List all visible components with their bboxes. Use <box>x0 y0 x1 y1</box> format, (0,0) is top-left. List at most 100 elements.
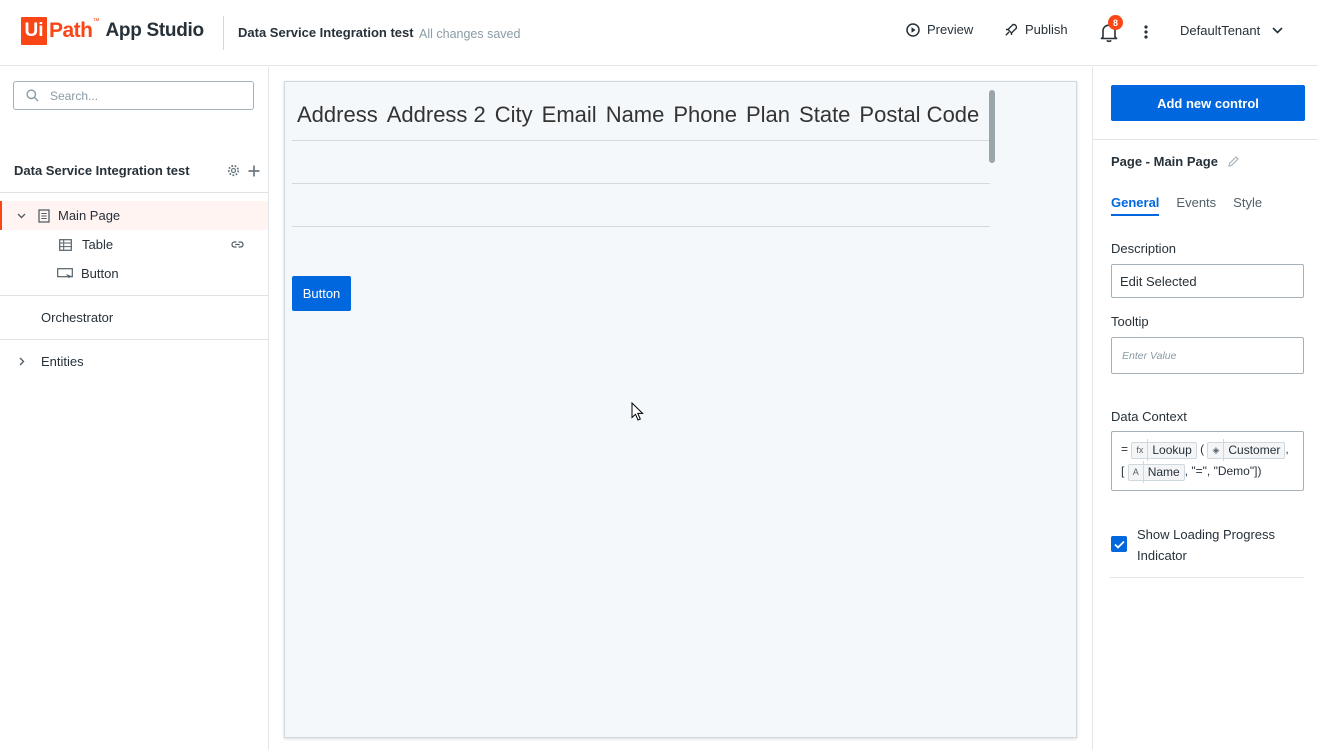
entity-chip-label: Customer <box>1228 443 1281 457</box>
search-box[interactable] <box>13 81 254 110</box>
customer-entity-chip[interactable]: ◈ Customer <box>1207 439 1286 461</box>
tree-title-actions <box>227 164 260 177</box>
tenant-name: DefaultTenant <box>1180 23 1261 38</box>
description-label: Description <box>1111 241 1177 256</box>
tree-item-button[interactable]: Button <box>0 259 268 288</box>
logo-trademark: ™ <box>92 18 100 25</box>
design-canvas-area: Address Address 2 City Email Name Phone … <box>270 67 1092 750</box>
table-column-header[interactable]: City <box>495 102 533 128</box>
tree-item-label: Orchestrator <box>41 310 114 325</box>
tree-item-label: Table <box>82 237 114 252</box>
lookup-function-chip[interactable]: fx Lookup <box>1131 439 1197 461</box>
expression-open-bracket: [ <box>1121 464 1125 478</box>
project-name: Data Service Integration test <box>238 25 414 40</box>
selected-page-title: Page - Main Page <box>1111 154 1239 169</box>
chevron-right-icon[interactable] <box>19 357 25 366</box>
notification-count-badge: 8 <box>1108 15 1123 30</box>
table-column-header[interactable]: State <box>799 102 850 128</box>
chevron-down-icon[interactable] <box>17 213 26 219</box>
tree-item-main-page[interactable]: Main Page <box>0 201 268 230</box>
field-chip-label: Name <box>1147 465 1180 479</box>
function-icon: fx <box>1136 439 1149 461</box>
uipath-logo[interactable]: Ui Path ™ App Studio <box>21 16 204 46</box>
tree-item-label: Button <box>81 266 119 281</box>
tooltip-label: Tooltip <box>1111 314 1149 329</box>
panel-divider <box>1093 139 1318 140</box>
search-input[interactable] <box>50 88 240 103</box>
header-divider <box>223 16 224 50</box>
table-column-header[interactable]: Plan <box>746 102 790 128</box>
expression-rest: , "=", "Demo"]) <box>1184 464 1262 478</box>
logo-ui-mark: Ui <box>21 17 47 45</box>
mouse-pointer-icon <box>631 402 644 421</box>
description-field[interactable]: Edit Selected <box>1111 264 1304 298</box>
tenant-selector[interactable]: DefaultTenant <box>1180 23 1283 38</box>
tree-item-label: Entities <box>41 354 84 369</box>
more-options-icon[interactable] <box>1138 22 1154 42</box>
page-icon <box>38 208 50 223</box>
name-field-chip[interactable]: A Name <box>1127 461 1185 483</box>
table-row-divider <box>292 140 990 141</box>
table-row-divider <box>292 183 990 184</box>
tree-divider <box>0 192 268 193</box>
show-loading-label: Show Loading Progress Indicator <box>1137 527 1276 563</box>
checkmark-icon <box>1113 540 1125 549</box>
table-header-row[interactable]: Address Address 2 City Email Name Phone … <box>297 102 979 128</box>
table-row-divider <box>292 226 990 227</box>
expression-comma: , <box>1285 442 1289 456</box>
search-icon <box>26 89 39 102</box>
canvas-button-control[interactable]: Button <box>292 276 351 311</box>
add-plus-icon[interactable] <box>248 165 260 177</box>
table-column-header[interactable]: Phone <box>673 102 737 128</box>
preview-label: Preview <box>927 22 974 37</box>
properties-panel: Add new control Page - Main Page General… <box>1092 67 1318 750</box>
data-context-label: Data Context <box>1111 409 1187 424</box>
preview-button[interactable]: Preview <box>906 22 973 37</box>
data-context-expression-field[interactable]: = fx Lookup ( ◈ Customer, [ A Name, "=", "D… <box>1111 431 1304 491</box>
tooltip-field[interactable]: Enter Value <box>1111 337 1304 374</box>
panel-divider <box>1110 577 1304 578</box>
tree-item-orchestrator[interactable]: Orchestrator <box>0 303 268 332</box>
table-icon <box>59 238 72 251</box>
link-icon[interactable] <box>231 238 244 251</box>
show-loading-checkbox[interactable] <box>1111 536 1127 552</box>
logo-path-text: Path <box>49 19 93 42</box>
publish-label: Publish <box>1025 22 1068 37</box>
tree-item-table[interactable]: Table <box>0 230 268 259</box>
logo-app-name: App Studio <box>105 20 205 41</box>
properties-tabs: General Events Style <box>1111 195 1262 216</box>
tree-item-entities[interactable]: Entities <box>0 347 268 376</box>
tree-divider <box>0 295 268 296</box>
pencil-edit-icon[interactable] <box>1228 156 1239 167</box>
save-status: All changes saved <box>419 27 521 41</box>
table-column-header[interactable]: Name <box>606 102 665 128</box>
page-title-text: Page - Main Page <box>1111 154 1218 169</box>
table-column-header[interactable]: Email <box>542 102 597 128</box>
table-column-header[interactable]: Address <box>297 102 378 128</box>
publish-button[interactable]: Publish <box>1004 22 1068 37</box>
entity-icon: ◈ <box>1212 439 1225 461</box>
expression-equals: = <box>1121 442 1129 456</box>
expression-line-1: = fx Lookup ( ◈ Customer, <box>1121 438 1294 461</box>
gear-icon[interactable] <box>227 164 240 177</box>
button-control-icon <box>57 267 73 278</box>
add-new-control-button[interactable]: Add new control <box>1111 85 1305 121</box>
table-scrollbar[interactable] <box>989 90 995 163</box>
table-column-header[interactable]: Postal Code <box>859 102 979 128</box>
expression-open-paren: ( <box>1200 442 1205 456</box>
app-tree-title: Data Service Integration test <box>14 163 190 178</box>
tab-style[interactable]: Style <box>1233 195 1262 216</box>
show-loading-option[interactable]: Show Loading Progress Indicator <box>1111 524 1287 566</box>
expression-line-2: [ A Name, "=", "Demo"]) <box>1121 460 1294 483</box>
play-circle-icon <box>906 22 920 37</box>
chevron-down-icon <box>1272 27 1283 34</box>
left-panel: Data Service Integration test Main Page … <box>0 67 269 750</box>
text-field-icon: A <box>1133 461 1144 483</box>
table-column-header[interactable]: Address 2 <box>387 102 486 128</box>
page-canvas[interactable]: Address Address 2 City Email Name Phone … <box>284 81 1077 738</box>
tab-general[interactable]: General <box>1111 195 1160 216</box>
tab-events[interactable]: Events <box>1176 195 1216 216</box>
tree-item-label: Main Page <box>58 208 121 223</box>
rocket-icon <box>1005 23 1018 36</box>
tree-divider <box>0 339 268 340</box>
